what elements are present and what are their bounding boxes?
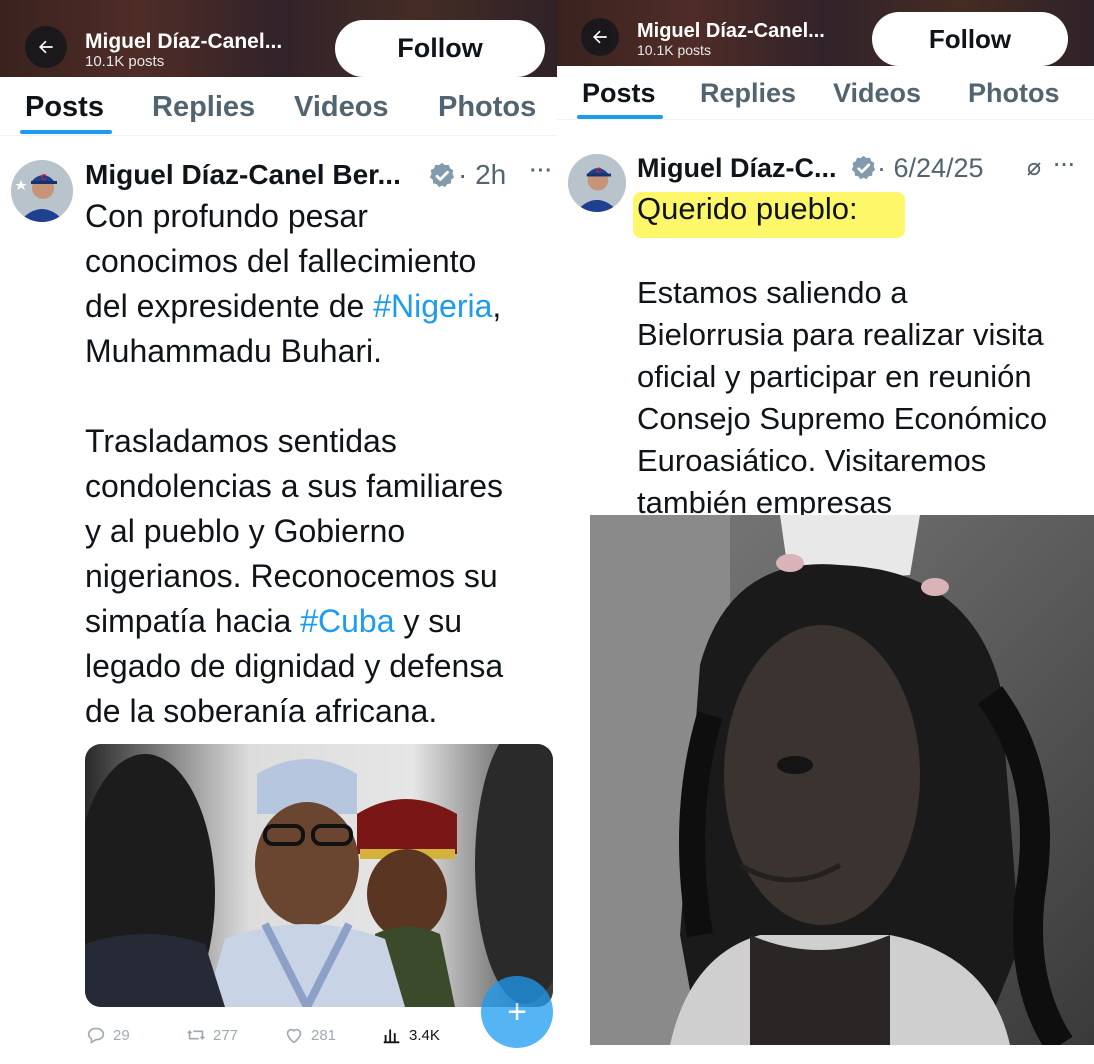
back-arrow-icon	[39, 40, 53, 54]
tab-posts[interactable]: Posts	[582, 78, 656, 109]
left-screenshot: Miguel Díaz-Canel... 10.1K posts Follow …	[0, 0, 557, 1064]
follow-button[interactable]: Follow	[872, 12, 1068, 66]
back-button[interactable]	[581, 18, 619, 56]
compose-button[interactable]: +	[481, 976, 553, 1048]
tweet-line: y al pueblo y Gobierno	[85, 513, 406, 549]
grok-icon[interactable]	[1025, 160, 1043, 178]
tweet-line: de la soberanía africana.	[85, 693, 438, 729]
tweet-line-text: simpatía hacia	[85, 603, 301, 639]
tab-replies[interactable]: Replies	[700, 78, 796, 109]
verified-badge-icon	[429, 162, 455, 188]
back-button[interactable]	[25, 26, 67, 68]
avatar-photo: C	[11, 160, 73, 222]
buhari-photo	[85, 744, 553, 1007]
highlighted-text: Querido pueblo:	[637, 191, 858, 226]
tweet-text: Estamos saliendo a Bielorrusia para real…	[637, 272, 1047, 524]
tab-photos[interactable]: Photos	[968, 78, 1060, 109]
views-count: 3.4K	[409, 1026, 440, 1044]
tweet-line: Euroasiático. Visitaremos	[637, 443, 987, 478]
tab-photos[interactable]: Photos	[438, 91, 536, 124]
hashtag-link[interactable]: #Nigeria	[373, 288, 492, 324]
header-posts-count: 10.1K posts	[637, 42, 711, 58]
tweet-author-name[interactable]: Miguel Díaz-C...	[637, 153, 837, 184]
verified-badge-icon	[851, 155, 876, 180]
tweet-line-text: y su	[394, 603, 463, 639]
active-tab-indicator	[20, 130, 112, 134]
profile-tabs: Posts Replies Videos Photos	[0, 77, 557, 136]
avatar[interactable]: C	[11, 160, 73, 222]
more-options-icon[interactable]: ···	[530, 160, 553, 183]
tweet-line: legado de dignidad y defensa	[85, 648, 504, 684]
tweet-line-text: ,	[492, 288, 502, 324]
svg-text:C: C	[596, 166, 602, 175]
views-button[interactable]: 3.4K	[381, 1024, 440, 1046]
tab-videos[interactable]: Videos	[294, 91, 389, 124]
tweet-timestamp[interactable]: · 2h	[458, 159, 506, 191]
repost-icon	[187, 1030, 205, 1040]
follow-button[interactable]: Follow	[335, 20, 545, 77]
tweet-line: del expresidente de #Nigeria,	[85, 284, 503, 329]
hashtag-link[interactable]: #Cuba	[300, 603, 394, 639]
tweet-line: Estamos saliendo a	[637, 275, 908, 310]
tweet-line: Bielorrusia para realizar visita	[637, 317, 1044, 352]
header-name: Miguel Díaz-Canel...	[85, 30, 283, 53]
active-tab-indicator	[577, 115, 663, 119]
right-screenshot: Miguel Díaz-Canel... 10.1K posts Follow …	[557, 0, 1094, 1064]
tweet-actions: 29 277 281 3.4K	[0, 1024, 557, 1048]
avatar-photo: C	[568, 154, 626, 212]
header-posts-count: 10.1K posts	[85, 53, 165, 70]
tweet-timestamp[interactable]: · 6/24/25	[877, 153, 984, 184]
tweet-photo[interactable]	[85, 744, 553, 1007]
views-icon	[383, 1029, 400, 1044]
profile-header: Miguel Díaz-Canel... 10.1K posts Follow	[557, 0, 1094, 66]
like-button[interactable]: 281	[283, 1024, 336, 1046]
reply-count: 29	[113, 1026, 130, 1044]
compose-icon: +	[507, 992, 527, 1031]
tweet-text: Con profundo pesar conocimos del falleci…	[85, 194, 503, 734]
like-icon	[286, 1028, 302, 1044]
tab-videos[interactable]: Videos	[833, 78, 921, 109]
tweet-line: Trasladamos sentidas	[85, 423, 397, 459]
repost-count: 277	[213, 1026, 239, 1044]
tweet-line: condolencias a sus familiares	[85, 468, 503, 504]
tweet-line-text: del expresidente de	[85, 288, 374, 324]
overlay-photo	[590, 515, 1094, 1045]
tweet-line: nigerianos. Reconocemos su	[85, 558, 498, 594]
girl-photo	[590, 515, 1094, 1045]
tweet-line: conocimos del fallecimiento	[85, 243, 477, 279]
reply-icon	[87, 1027, 105, 1044]
tweet-line: simpatía hacia #Cuba y su	[85, 599, 503, 644]
reply-button[interactable]: 29	[85, 1024, 130, 1046]
profile-header: Miguel Díaz-Canel... 10.1K posts Follow	[0, 0, 557, 77]
tweet-author-name[interactable]: Miguel Díaz-Canel Ber...	[85, 159, 401, 191]
profile-tabs: Posts Replies Videos Photos	[557, 66, 1094, 120]
tweet-line: Con profundo pesar	[85, 198, 368, 234]
tab-posts[interactable]: Posts	[25, 91, 104, 124]
header-name: Miguel Díaz-Canel...	[637, 20, 825, 42]
more-options-icon[interactable]: ···	[1054, 155, 1076, 177]
like-count: 281	[311, 1026, 337, 1044]
tweet-line: Muhammadu Buhari.	[85, 333, 383, 369]
avatar[interactable]: C	[568, 154, 626, 212]
repost-button[interactable]: 277	[185, 1024, 238, 1046]
tab-replies[interactable]: Replies	[152, 91, 255, 124]
svg-text:C: C	[41, 173, 47, 182]
tweet-line: Consejo Supremo Económico	[637, 401, 1048, 436]
back-arrow-icon	[593, 30, 607, 44]
tweet-line: oficial y participar en reunión	[637, 359, 1032, 394]
